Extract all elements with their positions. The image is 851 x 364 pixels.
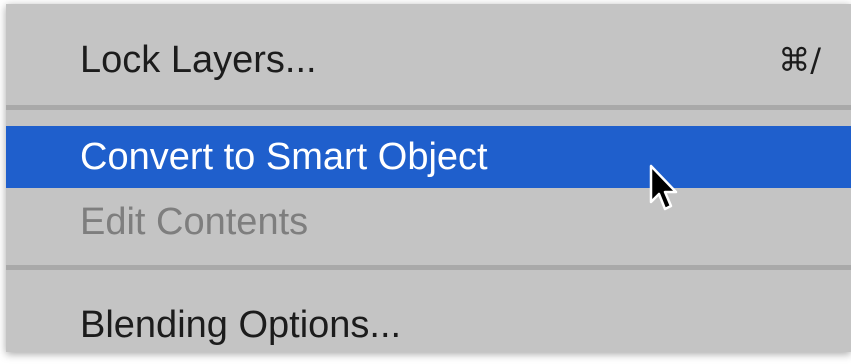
menu-item-label: Convert to Smart Object (80, 136, 488, 178)
menu-separator (6, 105, 851, 110)
menu-item-blending-options[interactable]: Blending Options... (6, 297, 851, 353)
keyboard-shortcut: ⌘/ (778, 41, 821, 79)
context-menu: Lock Layers... ⌘/ Convert to Smart Objec… (6, 4, 851, 352)
menu-separator (6, 265, 851, 270)
menu-item-convert-to-smart-object[interactable]: Convert to Smart Object (6, 126, 851, 188)
arrow-pointer-icon (649, 164, 678, 211)
menu-item-lock-layers[interactable]: Lock Layers... ⌘/ (6, 32, 851, 88)
menu-item-label: Blending Options... (80, 304, 402, 346)
menu-item-label: Lock Layers... (80, 39, 317, 81)
menu-item-label: Edit Contents (80, 201, 309, 243)
menu-item-edit-contents[interactable]: Edit Contents (6, 194, 851, 250)
